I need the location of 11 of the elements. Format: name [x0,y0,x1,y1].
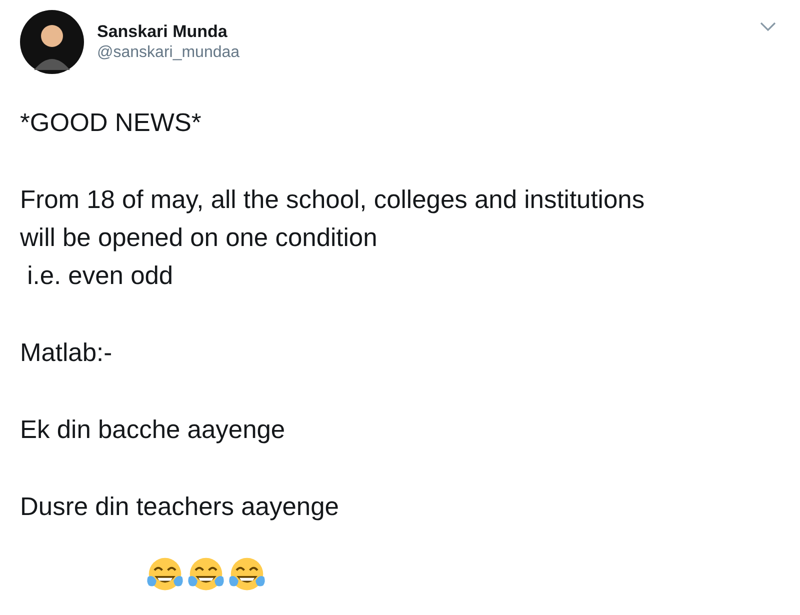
tweet-text: i.e. even odd [26,261,174,292]
chevron-down-icon[interactable] [760,22,776,32]
tweet-text: Matlab:- [20,338,112,369]
tweet-text: *GOOD NEWS* [20,108,202,139]
tweet-text: Dusre din teachers aayenge [20,492,339,523]
tweet-text: Ek din bacche aayenge [20,415,286,446]
avatar[interactable] [20,10,84,74]
author-name[interactable]: Sanskari Munda [97,22,228,42]
tweet-text: will be opened on one condition [20,223,378,254]
author-handle[interactable]: @sanskari_mundaa [97,44,240,62]
tweet-text: From 18 of may, all the school, colleges and institutions [20,185,645,216]
